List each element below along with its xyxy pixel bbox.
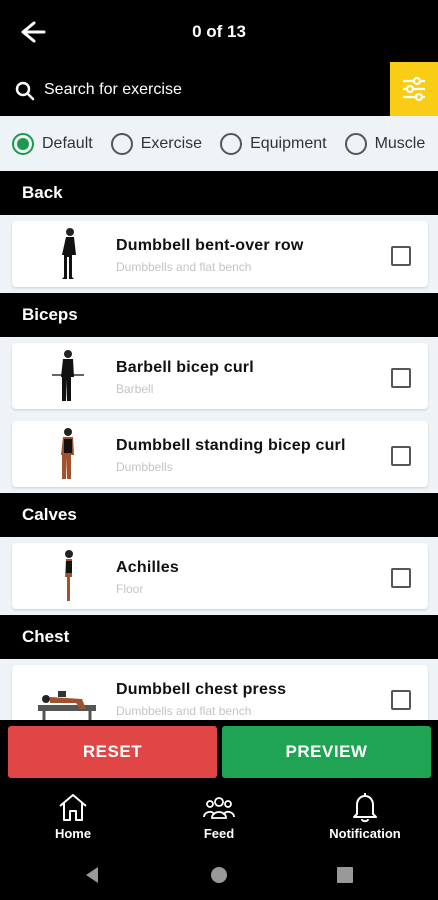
exercise-card[interactable]: Dumbbell chest press Dumbbells and flat …: [12, 665, 428, 720]
exercise-equipment: Dumbbells and flat bench: [116, 260, 252, 274]
system-home-icon[interactable]: [207, 863, 231, 887]
nav-label: Feed: [203, 826, 235, 841]
action-bar: RESET PREVIEW: [0, 720, 438, 784]
radio-label: Muscle: [374, 134, 426, 152]
section-header-chest: Chest: [0, 615, 438, 659]
section-header-biceps: Biceps: [0, 293, 438, 337]
exercise-equipment: Barbell: [116, 382, 154, 396]
filter-button[interactable]: [390, 62, 438, 116]
system-nav-bar: [0, 850, 438, 900]
exercise-name: Dumbbell standing bicep curl: [116, 437, 346, 454]
exercise-card[interactable]: Dumbbell bent-over row Dumbbells and fla…: [12, 221, 428, 287]
nav-notification[interactable]: Notification: [310, 790, 420, 841]
radio-label: Default: [42, 134, 93, 152]
search-icon: [15, 81, 35, 101]
select-checkbox[interactable]: [391, 446, 411, 466]
nav-home[interactable]: Home: [18, 790, 128, 841]
selection-counter: 0 of 13: [192, 22, 246, 41]
section-header-back: Back: [0, 171, 438, 215]
feed-icon: [203, 797, 235, 819]
exercise-card[interactable]: Barbell bicep curl Barbell: [12, 343, 428, 409]
select-checkbox[interactable]: [391, 568, 411, 588]
exercise-thumbnail: [61, 428, 74, 479]
exercise-thumbnail: [65, 550, 73, 601]
exercise-list[interactable]: Back Dumbbell bent-over row Dumbbells an…: [0, 171, 438, 720]
nav-label: Home: [54, 826, 92, 841]
radio-default[interactable]: Default: [12, 132, 93, 155]
select-checkbox[interactable]: [391, 690, 411, 710]
exercise-card[interactable]: Achilles Floor: [12, 543, 428, 609]
top-bar: 0 of 13: [0, 0, 438, 64]
exercise-name: Dumbbell bent-over row: [116, 237, 304, 254]
section-header-calves: Calves: [0, 493, 438, 537]
radio-equipment[interactable]: Equipment: [220, 132, 327, 155]
select-checkbox[interactable]: [391, 368, 411, 388]
exercise-name: Achilles: [116, 559, 179, 576]
sliders-icon: [403, 76, 425, 102]
radio-muscle[interactable]: Muscle: [344, 132, 426, 155]
nav-feed[interactable]: Feed: [164, 790, 274, 841]
reset-button[interactable]: RESET: [8, 726, 217, 778]
system-back-icon[interactable]: [81, 863, 105, 887]
exercise-equipment: Dumbbells: [116, 460, 173, 474]
exercise-thumbnail: [38, 691, 96, 720]
radio-button[interactable]: [220, 132, 243, 155]
select-checkbox[interactable]: [391, 246, 411, 266]
exercise-card[interactable]: Dumbbell standing bicep curl Dumbbells: [12, 421, 428, 487]
system-recents-icon[interactable]: [333, 863, 357, 887]
sort-options: Default Exercise Equipment Muscle: [0, 116, 438, 171]
bell-icon: [353, 793, 377, 823]
bottom-nav: Home Feed Notification: [0, 784, 438, 850]
exercise-thumbnail: [52, 350, 84, 401]
exercise-name: Dumbbell chest press: [116, 681, 287, 698]
exercise-name: Barbell bicep curl: [116, 359, 254, 376]
exercise-equipment: Floor: [116, 582, 144, 596]
search-input[interactable]: [44, 74, 374, 106]
radio-button[interactable]: [344, 132, 367, 155]
home-icon: [59, 794, 87, 821]
search-bar: [0, 64, 438, 116]
exercise-thumbnail: [62, 228, 76, 279]
preview-button[interactable]: PREVIEW: [222, 726, 431, 778]
radio-label: Equipment: [250, 134, 327, 152]
radio-label: Exercise: [140, 134, 203, 152]
exercise-equipment: Dumbbells and flat bench: [116, 704, 252, 718]
radio-button[interactable]: [110, 132, 133, 155]
radio-exercise[interactable]: Exercise: [110, 132, 203, 155]
radio-button[interactable]: [12, 132, 34, 155]
nav-label: Notification: [329, 826, 401, 841]
